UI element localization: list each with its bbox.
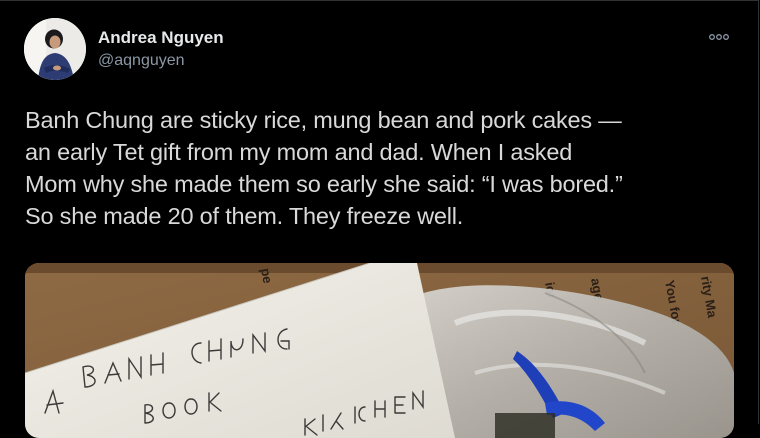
tweet-text-line: Mom why she made them so early she said:… [25, 171, 623, 197]
author-avatar[interactable] [24, 18, 86, 80]
avatar-photo [24, 18, 86, 80]
more-options-button[interactable] [702, 26, 736, 48]
tweet-text-line: So she made 20 of them. They freeze well… [25, 203, 464, 229]
svg-text:pe: pe [258, 267, 275, 285]
photo-banh-chung-box: ior age You for rity Ma pe [25, 263, 734, 438]
tweet-photo[interactable]: ior age You for rity Ma pe [25, 263, 734, 438]
more-options-icon [709, 34, 729, 40]
tweet-text-line: an early Tet gift from my mom and dad. W… [25, 139, 573, 165]
author-handle[interactable]: @aqnguyen [98, 52, 185, 70]
tweet-text: Banh Chung are sticky rice, mung bean an… [25, 104, 740, 232]
tweet-text-line: Banh Chung are sticky rice, mung bean an… [25, 107, 622, 133]
author-name[interactable]: Andrea Nguyen [98, 28, 224, 48]
